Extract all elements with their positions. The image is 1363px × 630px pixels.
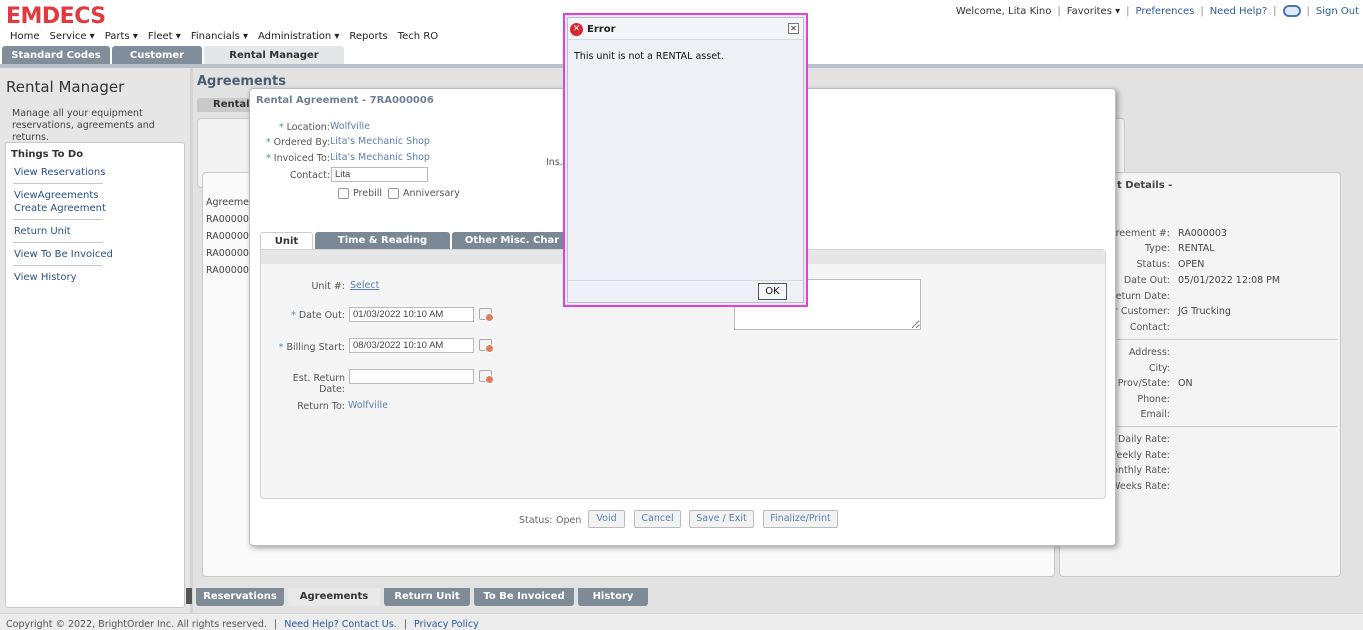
privacy-policy-link[interactable]: Privacy Policy — [414, 619, 479, 630]
return-to-label: Return To: — [297, 401, 345, 412]
copyright-text: Copyright © 2022, BrightOrder Inc. All r… — [6, 619, 267, 630]
nav-home[interactable]: Home — [10, 31, 40, 42]
location-value[interactable]: Wolfville — [330, 121, 370, 132]
nav-tech-ro[interactable]: Tech RO — [398, 31, 438, 42]
calendar-icon[interactable] — [479, 370, 494, 384]
nav-fleet[interactable]: Fleet ▾ — [148, 31, 181, 42]
user-menu: Welcome, Lita Kino | Favorites ▾ | Prefe… — [955, 5, 1359, 17]
preferences-link[interactable]: Preferences — [1136, 6, 1195, 17]
billing-start-input[interactable] — [349, 338, 474, 353]
sidebar-title: Rental Manager — [6, 78, 125, 96]
return-to-value[interactable]: Wolfville — [348, 400, 388, 411]
error-footer: OK — [568, 280, 803, 302]
error-icon: ✕ — [570, 23, 583, 36]
tab-agreements[interactable]: Agreements — [288, 588, 380, 606]
est-return-label: Est. Return Date: — [292, 373, 345, 395]
nav-service[interactable]: Service ▾ — [50, 31, 95, 42]
sidebar-item-view-reservations[interactable]: View Reservations — [14, 167, 105, 178]
bottom-tabs: Reservations Agreements Return Unit To B… — [186, 584, 1363, 608]
emdecs-logo[interactable]: EMDECS — [6, 4, 106, 29]
ins-label: Ins. — [546, 157, 563, 168]
sidebar-item-create-agreement[interactable]: Create Agreement — [14, 203, 106, 214]
status-value: Open — [556, 515, 582, 526]
sidebar-item-return-unit[interactable]: Return Unit — [14, 226, 71, 237]
invoiced-to-value[interactable]: Lita's Mechanic Shop — [330, 152, 430, 163]
error-titlebar: ✕ Error ✕ — [568, 18, 803, 40]
anniversary-label: Anniversary — [403, 188, 460, 199]
save-exit-button[interactable]: Save / Exit — [689, 510, 754, 528]
finalize-print-button[interactable]: Finalize/Print — [763, 510, 838, 528]
tab-unit[interactable]: Unit — [260, 232, 313, 250]
page-footer: Copyright © 2022, BrightOrder Inc. All r… — [0, 614, 1363, 630]
select-unit-link[interactable]: Select — [350, 280, 379, 291]
sign-out-link[interactable]: Sign Out — [1316, 6, 1359, 17]
error-message: This unit is not a RENTAL asset. — [574, 51, 724, 62]
tab-return-unit[interactable]: Return Unit — [384, 588, 470, 606]
tab-history[interactable]: History — [578, 588, 648, 606]
contact-us-link[interactable]: Need Help? Contact Us. — [284, 619, 396, 630]
prebill-checkbox[interactable] — [338, 188, 349, 199]
sidebar-item-view-agreements[interactable]: ViewAgreements — [14, 190, 98, 201]
list-item[interactable]: RA000009 — [206, 231, 255, 242]
list-item[interactable]: RA000003 — [206, 214, 255, 225]
left-sidebar: Rental Manager Manage all your equipment… — [0, 68, 190, 613]
nav-financials[interactable]: Financials ▾ — [191, 31, 248, 42]
need-help-link[interactable]: Need Help? — [1210, 6, 1267, 17]
est-return-date-input[interactable] — [349, 369, 474, 384]
contact-label: Contact: — [289, 170, 330, 181]
chat-icon[interactable] — [1282, 5, 1301, 17]
nav-parts[interactable]: Parts ▾ — [105, 31, 138, 42]
nav-reports[interactable]: Reports — [349, 31, 387, 42]
tab-standard-codes[interactable]: Standard Codes — [2, 46, 110, 66]
nav-administration[interactable]: Administration ▾ — [258, 31, 339, 42]
prebill-label: Prebill — [353, 188, 383, 199]
tab-time-reading-charges[interactable]: Time & Reading Charges — [315, 232, 450, 263]
void-button[interactable]: Void — [588, 510, 625, 528]
list-item[interactable]: RA000001 — [206, 248, 255, 259]
error-title: Error — [587, 24, 616, 35]
sidebar-description: Manage all your equipment reservations, … — [12, 108, 155, 143]
status-label: Status: — [519, 515, 553, 526]
sidebar-item-view-to-be-invoiced[interactable]: View To Be Invoiced — [14, 249, 113, 260]
tab-rental-manager[interactable]: Rental Manager — [204, 46, 344, 66]
things-to-do-panel: Things To Do View Reservations ViewAgree… — [5, 142, 185, 608]
ok-button[interactable]: OK — [758, 283, 787, 300]
tab-reservations[interactable]: Reservations — [196, 588, 284, 606]
close-icon[interactable]: ✕ — [788, 23, 799, 34]
error-dialog: ✕ Error ✕ This unit is not a RENTAL asse… — [563, 13, 808, 307]
details-title: t Details - — [1117, 180, 1173, 191]
anniversary-checkbox[interactable] — [388, 188, 399, 199]
top-navigation: Home Service ▾ Parts ▾ Fleet ▾ Financial… — [10, 31, 438, 42]
sidebar-item-view-history[interactable]: View History — [14, 272, 77, 283]
date-out-input[interactable] — [349, 307, 474, 322]
cancel-button[interactable]: Cancel — [634, 510, 681, 528]
tab-other-misc-charges[interactable]: Other Misc. Char — [452, 232, 572, 250]
calendar-icon[interactable] — [479, 308, 494, 322]
tab-to-be-invoiced[interactable]: To Be Invoiced — [474, 588, 574, 606]
contact-input[interactable] — [331, 167, 428, 182]
favorites-menu[interactable]: Favorites ▾ — [1067, 6, 1120, 17]
tab-customer[interactable]: Customer — [112, 46, 202, 66]
welcome-text: Welcome, Lita Kino — [955, 5, 1052, 17]
unit-label: Unit #: — [311, 281, 345, 292]
page-title: Agreements — [197, 74, 286, 89]
ordered-by-value[interactable]: Lita's Mechanic Shop — [330, 136, 430, 147]
list-item[interactable]: RA000008 — [206, 265, 255, 276]
calendar-icon[interactable] — [479, 339, 494, 353]
things-to-do-heading: Things To Do — [11, 149, 84, 160]
scroll-left-icon[interactable] — [186, 588, 192, 604]
modal-title: Rental Agreement - 7RA000006 — [256, 95, 434, 106]
tab-rental[interactable]: Rental — [197, 98, 257, 112]
